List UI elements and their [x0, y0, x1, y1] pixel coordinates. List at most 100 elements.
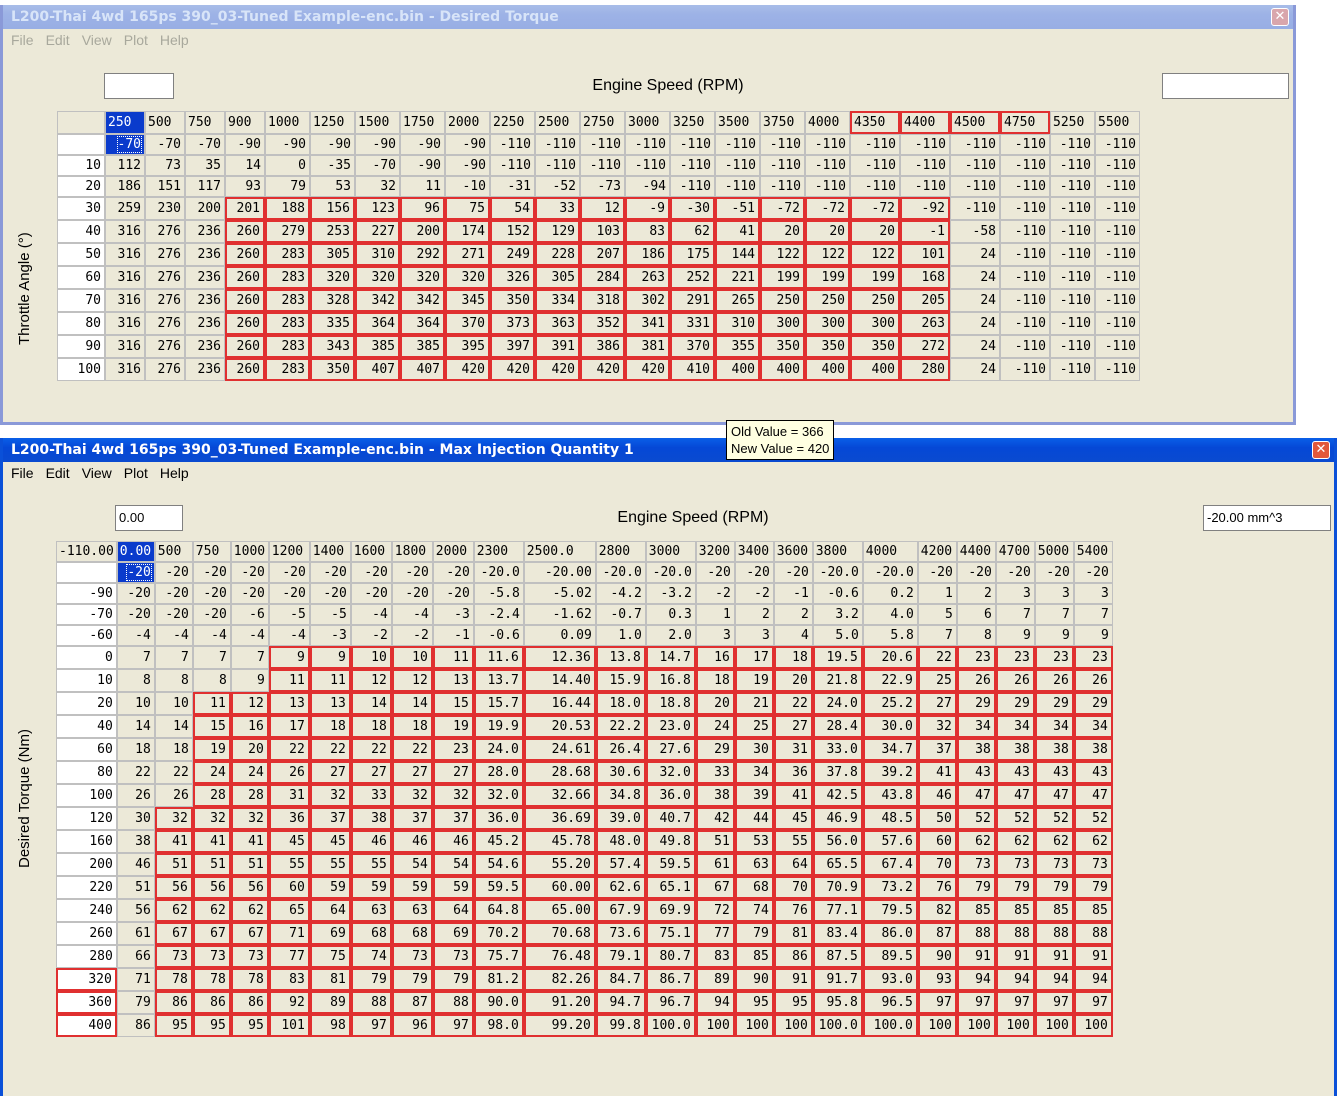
row-header[interactable]: 20 [57, 176, 105, 197]
row-header[interactable]: 10 [56, 669, 117, 692]
table-cell[interactable]: -0.7 [595, 604, 646, 625]
table-cell[interactable]: 276 [145, 220, 185, 243]
window-title-bar[interactable]: L200-Thai 4wd 165ps 390_03-Tuned Example… [3, 5, 1293, 29]
table-cell[interactable]: 186 [625, 243, 670, 266]
table-cell[interactable]: -70 [355, 155, 400, 176]
table-cell[interactable]: 276 [145, 243, 185, 266]
table-cell[interactable]: -110 [1000, 335, 1050, 358]
column-header[interactable]: 4500 [950, 111, 1000, 134]
table-cell[interactable]: 249 [490, 243, 535, 266]
table-cell[interactable]: 73 [956, 853, 996, 876]
table-cell[interactable]: 252 [670, 266, 715, 289]
table-cell[interactable]: 72 [695, 899, 735, 922]
table-cell[interactable]: 123 [355, 197, 400, 220]
table-cell[interactable]: 328 [310, 289, 355, 312]
table-cell[interactable]: 39 [734, 784, 774, 807]
row-header[interactable]: 60 [56, 738, 117, 761]
table-cell[interactable]: 7 [230, 646, 269, 669]
column-header[interactable]: 2750 [580, 111, 625, 134]
table-cell[interactable]: -110 [1050, 358, 1095, 381]
table-cell[interactable]: 8 [192, 669, 231, 692]
table-cell[interactable]: 73 [154, 945, 193, 968]
table-cell[interactable]: 76 [917, 876, 957, 899]
column-header[interactable]: 4200 [917, 541, 957, 562]
row-header[interactable]: 260 [56, 922, 117, 945]
column-header[interactable]: 0.00 [116, 541, 155, 562]
table-cell[interactable]: 38 [995, 738, 1035, 761]
table-cell[interactable]: -110 [1000, 289, 1050, 312]
table-cell[interactable]: 100 [695, 1014, 735, 1037]
table-cell[interactable]: 32 [432, 784, 474, 807]
table-cell[interactable]: 22.2 [595, 715, 646, 738]
table-cell[interactable]: 100.0 [862, 1014, 918, 1037]
table-cell[interactable]: 320 [355, 266, 400, 289]
table-cell[interactable]: 95 [230, 1014, 269, 1037]
table-cell[interactable]: 92 [268, 991, 310, 1014]
table-cell[interactable]: 61 [695, 853, 735, 876]
table-cell[interactable]: 100 [1034, 1014, 1074, 1037]
table-cell[interactable]: 350 [805, 335, 850, 358]
table-cell[interactable]: -110 [1095, 289, 1140, 312]
row-header[interactable]: -90 [56, 583, 117, 604]
table-cell[interactable]: -110 [1000, 134, 1050, 155]
column-header[interactable]: 750 [192, 541, 231, 562]
table-cell[interactable]: -72 [760, 197, 805, 220]
max-injection-table[interactable]: -110.00 0.00 500 750 1000 1200 1400 1600 1800 200… [56, 541, 1113, 1037]
table-cell[interactable]: 24 [950, 335, 1000, 358]
table-cell[interactable]: 16.44 [523, 692, 596, 715]
table-cell[interactable]: 43 [995, 761, 1035, 784]
table-cell[interactable]: 79 [265, 176, 310, 197]
table-cell[interactable]: 67.9 [595, 899, 646, 922]
table-cell[interactable]: 78 [230, 968, 269, 991]
table-cell[interactable]: -110 [715, 134, 760, 155]
table-cell[interactable]: 0.3 [645, 604, 696, 625]
table-cell[interactable]: 100 [995, 1014, 1035, 1037]
table-cell[interactable]: 305 [310, 243, 355, 266]
table-cell[interactable]: 84.7 [595, 968, 646, 991]
table-cell[interactable]: -1 [432, 625, 474, 646]
table-cell[interactable]: 65.1 [645, 876, 696, 899]
menu-help[interactable]: Help [154, 29, 195, 51]
table-cell[interactable]: 62 [1073, 830, 1113, 853]
table-cell[interactable]: 98.0 [473, 1014, 524, 1037]
menu-plot[interactable]: Plot [118, 462, 154, 484]
table-cell[interactable]: 88 [956, 922, 996, 945]
table-cell[interactable]: -110 [1095, 335, 1140, 358]
table-cell[interactable]: 91 [956, 945, 996, 968]
table-cell[interactable]: -20 [391, 562, 433, 583]
table-cell[interactable]: 144 [715, 243, 760, 266]
table-cell[interactable]: 21 [734, 692, 774, 715]
table-cell[interactable]: -110 [625, 134, 670, 155]
table-cell[interactable]: 14 [350, 692, 392, 715]
table-cell[interactable]: 32 [154, 807, 193, 830]
table-cell[interactable]: 29 [956, 692, 996, 715]
table-cell[interactable]: 27.6 [645, 738, 696, 761]
table-cell[interactable]: 291 [670, 289, 715, 312]
table-cell[interactable]: 276 [145, 289, 185, 312]
table-cell[interactable]: 37 [917, 738, 957, 761]
table-cell[interactable]: 27 [350, 761, 392, 784]
table-cell[interactable]: -2 [391, 625, 433, 646]
table-cell[interactable]: 22 [116, 761, 155, 784]
table-cell[interactable]: 62.6 [595, 876, 646, 899]
table-cell[interactable]: 94 [956, 968, 996, 991]
table-cell[interactable]: 16 [695, 646, 735, 669]
window-title-bar[interactable]: L200-Thai 4wd 165ps 390_03-Tuned Example… [3, 438, 1334, 462]
row-header[interactable]: 40 [57, 220, 105, 243]
table-cell[interactable]: -110 [625, 155, 670, 176]
table-cell[interactable]: 62 [192, 899, 231, 922]
table-cell[interactable]: 310 [715, 312, 760, 335]
table-cell[interactable]: 331 [670, 312, 715, 335]
table-cell[interactable]: 52 [956, 807, 996, 830]
corner-cell[interactable]: -110.00 [56, 541, 117, 562]
table-cell[interactable]: 26 [116, 784, 155, 807]
table-cell[interactable]: 7 [917, 625, 957, 646]
table-cell[interactable]: 230 [145, 197, 185, 220]
table-cell[interactable]: 14 [225, 155, 265, 176]
column-header[interactable]: 1750 [400, 111, 445, 134]
table-cell[interactable]: 27 [432, 761, 474, 784]
table-cell[interactable]: 96.5 [862, 991, 918, 1014]
table-cell[interactable]: 31 [773, 738, 813, 761]
table-cell[interactable]: 51 [695, 830, 735, 853]
table-cell[interactable]: 96 [400, 197, 445, 220]
